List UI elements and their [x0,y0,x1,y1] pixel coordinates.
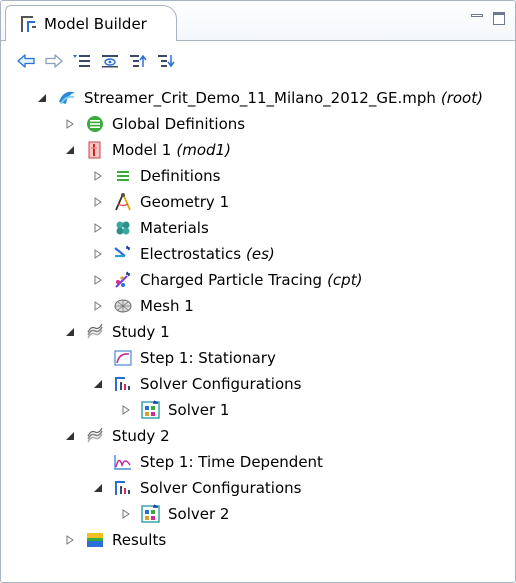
tree-node-label: Model 1 [112,141,172,159]
tree-node-root[interactable]: Streamer_Crit_Demo_11_Milano_2012_GE.mph… [35,85,483,111]
tree-node-mesh1[interactable]: Mesh 1 [91,293,194,319]
expand-triangle-icon[interactable] [119,507,133,521]
mph-file-icon [57,88,77,108]
study-icon [85,322,105,342]
collapse-triangle-icon[interactable] [91,377,105,391]
tree-node-label: Definitions [140,167,221,185]
tree-node-study1-step1[interactable]: Step 1: Stationary [91,345,276,371]
toolbar [1,49,515,73]
show-filter-icon[interactable] [99,51,121,71]
tree-node-label: Step 1: Time Dependent [140,453,323,471]
tree-node-materials[interactable]: Materials [91,215,209,241]
collapse-triangle-icon[interactable] [91,481,105,495]
solver-icon [141,504,161,524]
tree-node-solver1[interactable]: Solver 1 [119,397,229,423]
tree-node-global-definitions[interactable]: Global Definitions [63,111,245,137]
tab-title: Model Builder [44,14,147,33]
expand-triangle-icon[interactable] [119,403,133,417]
tree-node-label: Geometry 1 [140,193,230,211]
tree-node-study1-solver-configurations[interactable]: Solver Configurations [91,371,301,397]
expand-triangle-icon[interactable] [91,273,105,287]
tree-node-model1[interactable]: Model 1 (mod1) [63,137,231,163]
tree-node-label: Solver Configurations [140,375,302,393]
solver-configurations-icon [113,478,133,498]
tree-node-tag: (es) [246,245,275,263]
time-dependent-step-icon [113,452,133,472]
tree-node-study2[interactable]: Study 2 [63,423,170,449]
definitions-icon [113,166,133,186]
tree-node-electrostatics[interactable]: Electrostatics (es) [91,241,275,267]
tree-node-label: Step 1: Stationary [140,349,276,367]
collapse-triangle-icon[interactable] [35,91,49,105]
tree-node-label: Solver Configurations [140,479,302,497]
tree-node-charged-particle-tracing[interactable]: Charged Particle Tracing (cpt) [91,267,362,293]
tree-node-tag: (mod1) [176,141,231,159]
global-definitions-icon [85,114,105,134]
materials-icon [113,218,133,238]
collapse-triangle-icon[interactable] [63,325,77,339]
tree-node-tag: (root) [440,89,483,107]
solver-configurations-icon [113,374,133,394]
tree-node-study2-step1[interactable]: Step 1: Time Dependent [91,449,323,475]
expand-triangle-icon[interactable] [63,117,77,131]
expand-triangle-icon[interactable] [91,169,105,183]
tree-node-label: Study 1 [112,323,170,341]
expand-triangle-icon[interactable] [91,221,105,235]
expand-triangle-icon[interactable] [63,533,77,547]
solver-icon [141,400,161,420]
model-icon [85,140,105,160]
electrostatics-icon [113,244,133,264]
particle-tracing-icon [113,270,133,290]
collapse-all-icon[interactable] [127,51,149,71]
tree-node-label: Results [112,531,167,549]
mesh-icon [113,296,133,316]
tree-node-study1[interactable]: Study 1 [63,319,170,345]
expand-all-icon[interactable] [155,51,177,71]
tree-node-study2-solver-configurations[interactable]: Solver Configurations [91,475,301,501]
stationary-step-icon [113,348,133,368]
expand-triangle-icon[interactable] [91,247,105,261]
tree-node-label: Electrostatics [140,245,242,263]
expand-triangle-icon[interactable] [91,299,105,313]
study-icon [85,426,105,446]
tree-node-label: Streamer_Crit_Demo_11_Milano_2012_GE.mph [84,89,436,107]
tree-node-definitions[interactable]: Definitions [91,163,220,189]
tree-node-label: Study 2 [112,427,170,445]
results-icon [85,530,105,550]
tree-node-results[interactable]: Results [63,527,166,553]
tree-node-label: Materials [140,219,209,237]
tree-node-label: Solver 2 [168,505,230,523]
back-arrow-icon[interactable] [15,51,37,71]
model-builder-icon [18,14,38,34]
tree-node-geometry1[interactable]: Geometry 1 [91,189,229,215]
collapse-triangle-icon[interactable] [63,429,77,443]
geometry-compass-icon [113,192,133,212]
minimize-icon[interactable] [469,11,485,27]
model-builder-panel: Model Builder Streamer_Crit_Demo_11_Mila… [0,0,516,583]
show-more-options-icon[interactable] [71,51,93,71]
collapse-triangle-icon[interactable] [63,143,77,157]
forward-arrow-icon[interactable] [43,51,65,71]
expand-triangle-icon[interactable] [91,195,105,209]
tab-model-builder[interactable]: Model Builder [5,5,177,41]
maximize-icon[interactable] [491,11,507,27]
tree-node-tag: (cpt) [327,271,363,289]
tree-node-solver2[interactable]: Solver 2 [119,501,229,527]
tree-node-label: Charged Particle Tracing [140,271,323,289]
tree-node-label: Global Definitions [112,115,246,133]
tree-node-label: Solver 1 [168,401,230,419]
tree-node-label: Mesh 1 [140,297,194,315]
tab-bar: Model Builder [1,1,515,41]
